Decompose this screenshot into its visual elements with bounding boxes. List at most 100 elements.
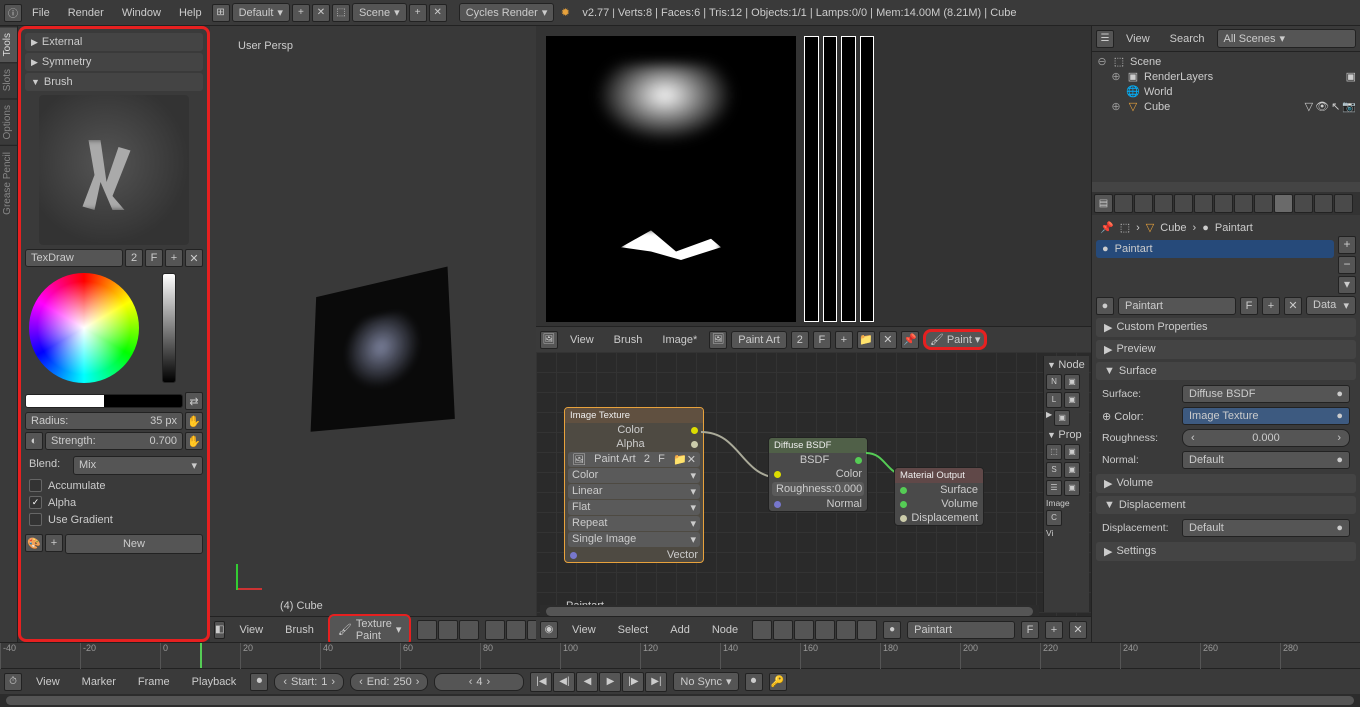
slot-remove-button[interactable]: − [1338, 256, 1356, 274]
tab-material[interactable] [1274, 194, 1293, 213]
material-add[interactable]: + [1262, 297, 1280, 315]
timeline-editor-icon[interactable]: ⏱ [4, 673, 22, 691]
3dview-menu-view[interactable]: View [231, 620, 271, 640]
displacement-dropdown[interactable]: Default● [1182, 519, 1350, 537]
material-unlink[interactable]: ✕ [1284, 297, 1302, 315]
panel-displacement[interactable]: ▼Displacement [1096, 496, 1356, 514]
panel-custom-properties[interactable]: ▶Custom Properties [1096, 318, 1356, 337]
autokey-button[interactable]: ⏺ [745, 673, 763, 691]
node-menu-add[interactable]: Add [662, 620, 698, 640]
uv-editor[interactable] [536, 26, 1091, 326]
material-fake-user[interactable]: F [1240, 297, 1258, 315]
current-frame-field[interactable]: ‹4› [434, 673, 524, 691]
outliner-item-world[interactable]: 🌐World [1094, 84, 1358, 99]
playhead[interactable] [200, 643, 202, 668]
vtab-tools[interactable]: Tools [0, 26, 17, 62]
tab-constraints[interactable] [1214, 194, 1233, 213]
vtab-options[interactable]: Options [0, 98, 17, 145]
scene-delete-button[interactable]: ✕ [429, 4, 447, 22]
brush-name-field[interactable]: TexDraw [25, 249, 123, 267]
type-world[interactable] [836, 620, 856, 640]
tab-render-layers[interactable] [1134, 194, 1153, 213]
node-menu-select[interactable]: Select [610, 620, 657, 640]
image-new-button[interactable]: + [835, 331, 853, 349]
outliner-menu-view[interactable]: View [1118, 29, 1158, 49]
brush-fake-user[interactable]: F [145, 249, 163, 267]
brush-add-button[interactable]: + [165, 249, 183, 267]
node-editor[interactable]: Image Texture Color Alpha 🖼Paint Art2F📁✕… [536, 352, 1091, 642]
layout-delete-button[interactable]: ✕ [312, 4, 330, 22]
n-icon-3[interactable]: ☰ [1046, 480, 1062, 496]
material-name-field[interactable]: Paintart [907, 621, 1015, 639]
material-name-input[interactable]: Paintart [1118, 297, 1236, 315]
node-editor-icon[interactable]: ◉ [540, 621, 558, 639]
node-colorspace[interactable]: Color▾ [568, 468, 700, 483]
layout-browse-icon[interactable]: ⊞ [212, 4, 230, 22]
keyframe-next-button[interactable]: |▶ [622, 672, 644, 692]
image-browse-icon[interactable]: 🖼 [709, 331, 727, 349]
sync-dropdown[interactable]: No Sync▾ [673, 672, 738, 691]
tl-menu-view[interactable]: View [28, 672, 68, 692]
roughness-field[interactable]: ‹0.000› [1182, 429, 1350, 447]
outliner-scrollbar[interactable] [1092, 182, 1360, 192]
properties-editor-icon[interactable]: ▤ [1094, 194, 1113, 213]
image-pin-button[interactable]: 📌 [901, 331, 919, 349]
slot-add-button[interactable]: + [1338, 236, 1356, 254]
accumulate-checkbox[interactable]: Accumulate [25, 477, 203, 494]
range-icon[interactable]: ⏺ [250, 673, 268, 691]
node-roughness[interactable]: Roughness:0.000 [772, 482, 864, 496]
section-external[interactable]: ▶External [25, 33, 203, 51]
keying-set-icon[interactable]: 🔑 [769, 673, 787, 691]
jump-end-button[interactable]: ▶| [645, 672, 667, 692]
outliner-menu-search[interactable]: Search [1162, 29, 1213, 49]
panel-preview[interactable]: ▶Preview [1096, 340, 1356, 359]
mode-dropdown[interactable]: 🖌Texture Paint▾ [328, 614, 412, 646]
slot-specials-button[interactable]: ▾ [1338, 276, 1356, 294]
tree-type-shader[interactable] [752, 620, 772, 640]
panel-surface[interactable]: ▼Surface [1096, 362, 1356, 380]
image-fake-user[interactable]: F [813, 331, 831, 349]
color-wheel[interactable] [29, 273, 139, 383]
value-slider[interactable] [162, 273, 176, 383]
prop-icon-1[interactable]: ⬚ [1046, 444, 1062, 460]
brush-preview[interactable] [39, 95, 189, 245]
n-icon-4[interactable]: ▣ [1064, 480, 1080, 496]
image-open-button[interactable]: 📁 [857, 331, 875, 349]
n-collapse[interactable]: ▣ [1054, 410, 1070, 426]
outliner-tree[interactable]: ⊖⬚Scene ⊕▣RenderLayers▣ 🌐World ⊕▽Cube▽👁↖… [1092, 52, 1360, 182]
start-frame-field[interactable]: ‹Start:1› [274, 673, 344, 691]
layout-dropdown[interactable]: Default▾ [232, 3, 290, 22]
tab-scene[interactable] [1154, 194, 1173, 213]
uv-menu-image[interactable]: Image* [654, 330, 705, 350]
n-icon[interactable]: ▣ [1064, 374, 1080, 390]
radius-field[interactable]: Radius:35 px [25, 412, 183, 430]
l-field[interactable]: L [1046, 392, 1062, 408]
use-gradient-checkbox[interactable]: Use Gradient [25, 511, 203, 528]
tl-menu-playback[interactable]: Playback [184, 672, 245, 692]
uv-menu-brush[interactable]: Brush [606, 330, 651, 350]
brush-users[interactable]: 2 [125, 249, 143, 267]
material-fake-user[interactable]: F [1021, 621, 1039, 639]
node-material-output[interactable]: Material Output Surface Volume Displacem… [894, 467, 984, 526]
image-users[interactable]: 2 [791, 331, 809, 349]
node-image-field[interactable]: 🖼Paint Art2F📁✕ [568, 452, 700, 467]
tree-type-tex[interactable] [794, 620, 814, 640]
timeline-ruler[interactable]: -40 -20 0 20 40 60 80 100 120 140 160 18… [0, 642, 1360, 668]
color-dropdown[interactable]: Image Texture● [1182, 407, 1350, 425]
uv-menu-view[interactable]: View [562, 330, 602, 350]
s-icon[interactable]: ▣ [1064, 462, 1080, 478]
info-editor-icon[interactable]: ⓘ [4, 4, 22, 22]
c-field[interactable]: C [1046, 510, 1062, 526]
material-add-button[interactable]: + [1045, 621, 1063, 639]
outliner-item-cube[interactable]: ⊕▽Cube▽👁↖📷 [1094, 99, 1358, 114]
tl-menu-frame[interactable]: Frame [130, 672, 178, 692]
menu-render[interactable]: Render [60, 3, 112, 23]
brush-unlink-button[interactable]: ✕ [185, 249, 203, 267]
jump-start-button[interactable]: |◀ [530, 672, 552, 692]
image-name-field[interactable]: Paint Art [731, 331, 787, 349]
material-browse-icon[interactable]: ● [883, 621, 901, 639]
material-browse-icon[interactable]: ● [1096, 297, 1114, 315]
3dview-menu-brush[interactable]: Brush [277, 620, 322, 640]
layer-button[interactable] [485, 620, 505, 640]
tab-render[interactable] [1114, 194, 1133, 213]
